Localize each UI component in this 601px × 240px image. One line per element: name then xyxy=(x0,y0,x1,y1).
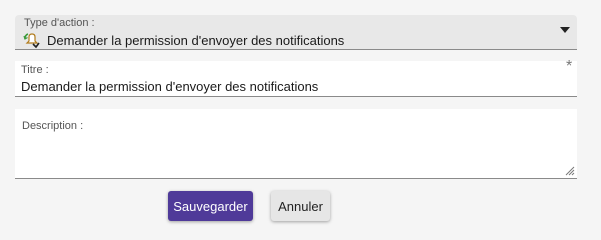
resize-grip-icon[interactable] xyxy=(565,166,575,176)
description-textarea[interactable]: Description : xyxy=(15,109,577,179)
action-type-label: Type d'action : xyxy=(24,17,95,29)
action-form: Type d'action : Demander la permission d… xyxy=(0,0,601,240)
notification-permission-icon xyxy=(23,32,41,50)
title-field[interactable]: Titre : Demander la permission d'envoyer… xyxy=(15,61,577,97)
dropdown-arrow-icon[interactable] xyxy=(560,27,570,33)
required-asterisk-icon: * xyxy=(566,58,573,75)
description-label: Description : xyxy=(22,120,84,132)
title-input[interactable]: Demander la permission d'envoyer des not… xyxy=(21,79,318,94)
action-type-value: Demander la permission d'envoyer des not… xyxy=(47,32,345,48)
save-button[interactable]: Sauvegarder xyxy=(168,191,253,221)
action-type-select[interactable]: Type d'action : Demander la permission d… xyxy=(15,15,577,50)
cancel-button[interactable]: Annuler xyxy=(271,191,330,221)
action-type-value-row: Demander la permission d'envoyer des not… xyxy=(23,32,344,48)
title-label: Titre : xyxy=(21,64,49,76)
